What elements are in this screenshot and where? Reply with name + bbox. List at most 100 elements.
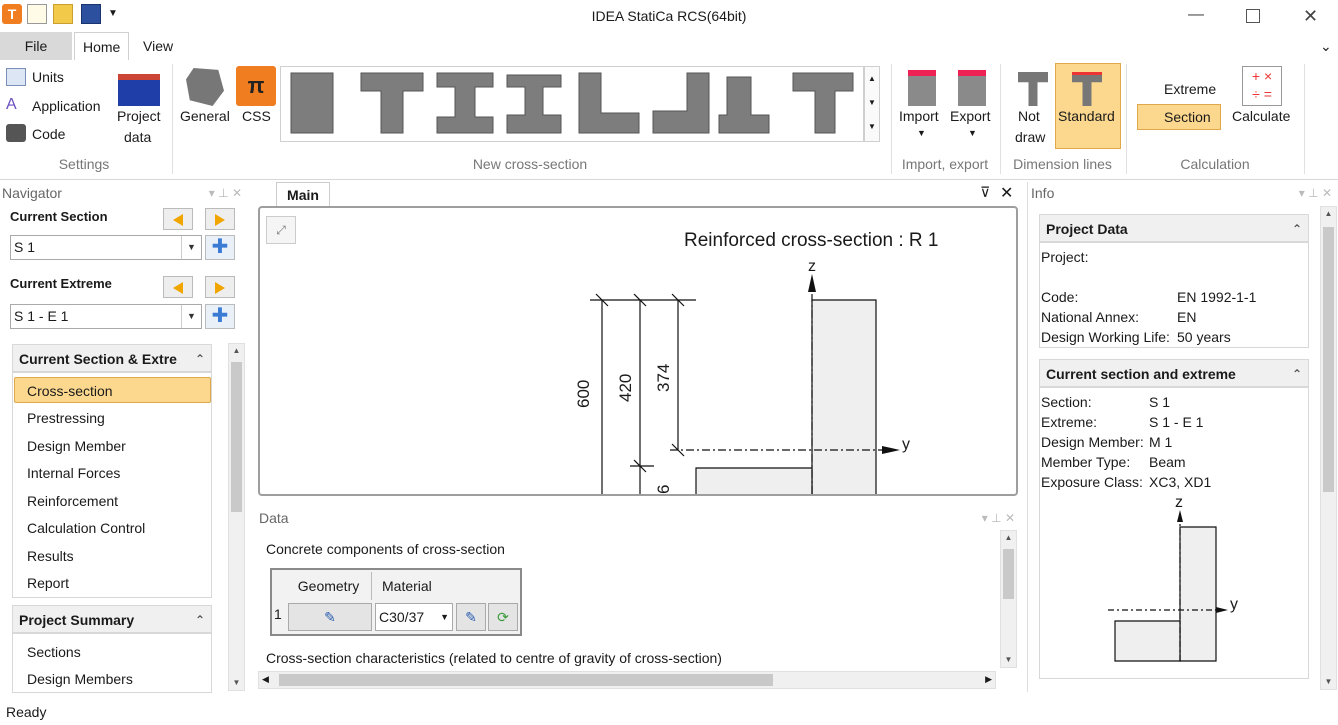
nav-item-cross-section[interactable]: Cross-section [27, 383, 113, 399]
minimize-icon[interactable]: — [1188, 6, 1204, 24]
i-shape-icon [436, 72, 494, 134]
add-section-button[interactable]: ✚ [205, 235, 235, 260]
extreme-button[interactable]: Extreme [1164, 81, 1216, 97]
css-button[interactable]: CSS [242, 108, 271, 124]
scroll-down-icon[interactable]: ▼ [1321, 675, 1336, 689]
design-member-value: M 1 [1149, 434, 1173, 450]
title-bar: T ▼ IDEA StatiCa RCS(64bit) — ✕ [0, 0, 1338, 32]
nav-item-prestressing[interactable]: Prestressing [27, 410, 105, 426]
scroll-left-icon[interactable]: ◀ [262, 674, 269, 685]
edit-geometry-button[interactable]: ✎ [288, 603, 372, 631]
tab-main[interactable]: Main [276, 182, 330, 206]
t-shape-icon [360, 72, 424, 134]
project-summary-group-header[interactable]: Project Summary ⌃ [12, 605, 212, 633]
rectangle-shape-icon [290, 72, 334, 134]
prev-extreme-button[interactable] [163, 276, 193, 298]
panel-controls-icon[interactable]: ▾ ⊥ ✕ [982, 508, 1015, 528]
tab-home[interactable]: Home [74, 32, 130, 60]
nav-item-results[interactable]: Results [27, 548, 74, 564]
nav-item-design-member[interactable]: Design Member [27, 438, 126, 454]
export-dropdown-icon[interactable]: ▼ [968, 128, 977, 138]
add-extreme-button[interactable]: ✚ [205, 304, 235, 329]
scroll-thumb[interactable] [231, 362, 242, 512]
import-dropdown-icon[interactable]: ▼ [917, 128, 926, 138]
data-hscrollbar[interactable]: ◀ ▶ [258, 671, 996, 689]
chevron-down-icon: ▼ [181, 305, 201, 328]
shape-gallery[interactable] [280, 66, 864, 142]
current-extreme-select[interactable]: S 1 - E 1 ▼ [10, 304, 202, 329]
scroll-thumb[interactable] [1323, 227, 1334, 492]
arrow-right-icon [215, 282, 225, 294]
collapse-chevron-icon[interactable]: ⌃ [195, 606, 205, 634]
nav-item-internal-forces[interactable]: Internal Forces [27, 465, 120, 481]
dimension-374: 374 [654, 363, 673, 392]
calculate-button[interactable]: Calculate [1232, 108, 1290, 124]
refresh-material-button[interactable]: ⟳ [488, 603, 518, 631]
current-section-select[interactable]: S 1 ▼ [10, 235, 202, 260]
scroll-down-icon[interactable]: ▼ [1001, 653, 1016, 667]
nav-item-calculation-control[interactable]: Calculation Control [27, 520, 145, 536]
application-button[interactable]: Application [32, 98, 101, 114]
scroll-up-icon[interactable]: ▲ [1321, 207, 1336, 221]
ribbon-separator [172, 64, 173, 174]
next-extreme-button[interactable] [205, 276, 235, 298]
data-vscrollbar[interactable]: ▲ ▼ [1000, 530, 1017, 668]
not-draw-button-line2[interactable]: draw [1015, 129, 1045, 145]
main-tab-close-icon[interactable]: ✕ [1000, 183, 1013, 203]
units-button[interactable]: Units [32, 69, 64, 85]
prev-section-button[interactable] [163, 208, 193, 230]
tab-file[interactable]: File [0, 32, 72, 60]
collapse-chevron-icon[interactable]: ⌃ [195, 345, 205, 373]
code-button[interactable]: Code [32, 126, 65, 142]
gallery-scroll-buttons[interactable]: ▲ ▼ ▼ [864, 66, 880, 142]
pencil-icon: ✎ [465, 609, 477, 625]
nav-item-report[interactable]: Report [27, 575, 69, 591]
group-label-import-export: Import, export [901, 156, 989, 172]
export-button[interactable]: Export [950, 108, 990, 124]
export-icon [958, 70, 986, 106]
inverted-t-shape-icon [718, 76, 770, 134]
window-title: IDEA StatiCa RCS(64bit) [591, 8, 747, 24]
edit-material-button[interactable]: ✎ [456, 603, 486, 631]
material-select[interactable]: C30/37 ▼ [375, 603, 453, 631]
project-data-button-line2[interactable]: data [124, 129, 151, 145]
info-header: Info ▾ ⊥ ✕ [1031, 183, 1336, 203]
next-section-button[interactable] [205, 208, 235, 230]
standard-button[interactable]: Standard [1058, 108, 1115, 124]
project-data-header[interactable]: Project Data ⌃ [1039, 214, 1309, 242]
collapse-chevron-icon[interactable]: ⌃ [1292, 360, 1302, 388]
cross-section-canvas[interactable]: ⤢ Reinforced cross-section : R 1 z y 600… [258, 206, 1018, 496]
not-draw-button[interactable]: Not [1018, 108, 1040, 124]
import-button[interactable]: Import [899, 108, 939, 124]
concrete-components-table: Geometry Material 1 ✎ C30/37 ▼ ✎ ⟳ [270, 568, 522, 636]
scroll-right-icon[interactable]: ▶ [985, 674, 992, 685]
collapse-chevron-icon[interactable]: ⌃ [1292, 215, 1302, 243]
general-button[interactable]: General [180, 108, 230, 124]
info-axis-y-label: y [1230, 596, 1238, 613]
info-scrollbar[interactable]: ▲ ▼ [1320, 206, 1337, 690]
calculator-icon: + × ÷ = [1242, 66, 1282, 106]
panel-controls-icon[interactable]: ▾ ⊥ ✕ [1299, 183, 1332, 203]
panel-controls-icon[interactable]: ▾ ⊥ ✕ [209, 183, 242, 203]
data-panel-title: Data [259, 510, 289, 526]
section-button[interactable]: Section [1164, 109, 1211, 125]
project-data-button[interactable]: Project [117, 108, 161, 124]
navigator-scrollbar[interactable]: ▲ ▼ [228, 343, 245, 691]
close-icon[interactable]: ✕ [1303, 6, 1318, 27]
scroll-down-icon[interactable]: ▼ [229, 676, 244, 690]
current-section-group-header[interactable]: Current Section & Extre ⌃ [12, 344, 212, 372]
scroll-up-icon[interactable]: ▲ [1001, 531, 1016, 545]
ribbon-collapse-icon[interactable]: ⌄ [1312, 32, 1338, 60]
scroll-thumb[interactable] [279, 674, 773, 686]
nav-item-sections[interactable]: Sections [27, 644, 81, 660]
tab-view[interactable]: View [135, 32, 181, 60]
maximize-icon[interactable] [1246, 9, 1260, 23]
ribbon-separator [1000, 64, 1001, 174]
nav-item-design-members[interactable]: Design Members [27, 671, 133, 687]
scroll-up-icon[interactable]: ▲ [229, 344, 244, 358]
nav-item-reinforcement[interactable]: Reinforcement [27, 493, 118, 509]
main-tab-menu-icon[interactable]: ⊽ [980, 184, 990, 201]
current-section-extreme-header[interactable]: Current section and extreme ⌃ [1039, 359, 1309, 387]
ribbon-separator [891, 64, 892, 174]
scroll-thumb[interactable] [1003, 549, 1014, 599]
